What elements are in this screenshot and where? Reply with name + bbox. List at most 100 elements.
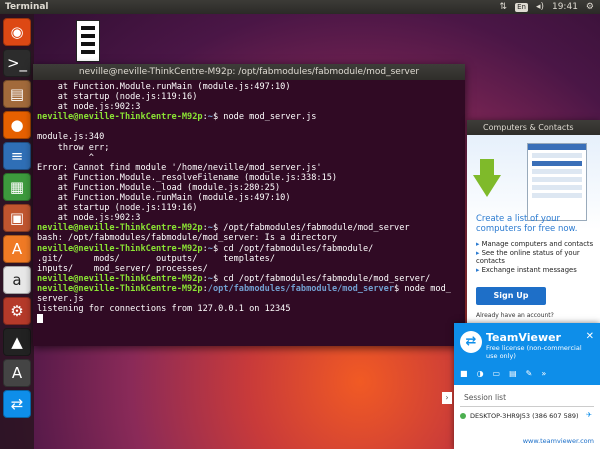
terminal-line: at node.js:902:3: [37, 213, 461, 223]
prompt-user: neville@neville-ThinkCentre-M92p: [37, 283, 203, 294]
prompt-user: neville@neville-ThinkCentre-M92p: [37, 223, 203, 234]
promo-headline: Create a list of your computers for free…: [476, 214, 578, 234]
prompt-user: neville@neville-ThinkCentre-M92p: [37, 273, 203, 284]
power-gear-icon[interactable]: ⚙: [586, 0, 594, 14]
desktop-file-icon[interactable]: [76, 20, 100, 62]
network-icon[interactable]: ⇅: [500, 0, 508, 14]
terminal-line: at Function.Module.runMain (module.js:49…: [37, 193, 461, 203]
contacts-preview-image: [527, 143, 587, 221]
terminal-icon[interactable]: >_: [3, 49, 31, 77]
terminal-line: neville@neville-ThinkCentre-M92p:/opt/fa…: [37, 283, 451, 294]
headset-icon[interactable]: ◑: [477, 369, 484, 378]
divider: [460, 406, 594, 407]
writer-icon[interactable]: ≡: [3, 142, 31, 170]
impress-icon[interactable]: ▣: [3, 204, 31, 232]
keyboard-layout-indicator[interactable]: En: [515, 2, 528, 12]
more-icon[interactable]: »: [541, 369, 546, 378]
pin-icon[interactable]: ✈: [586, 411, 592, 419]
computers-contacts-title: Computers & Contacts: [483, 123, 574, 132]
notes-icon[interactable]: ✎: [526, 369, 533, 378]
teamviewer-toolbar: ■ ◑ ▭ ▤ ✎ »: [460, 369, 546, 378]
terminal-line: neville@neville-ThinkCentre-M92p:~$ /opt…: [37, 223, 410, 234]
terminal-output[interactable]: at Function.Module.runMain (module.js:49…: [37, 82, 461, 344]
output-text: listening for connections from 127.0.0.1…: [37, 304, 291, 315]
output-text: at node.js:902:3: [37, 213, 141, 224]
prompt-path: /opt/fabmodules/fabmodule/mod_server: [207, 283, 395, 294]
terminal-line: at startup (node.js:119:16): [37, 92, 461, 102]
software-center-icon[interactable]: A: [3, 235, 31, 263]
ubuntu-icon[interactable]: ◉: [3, 18, 31, 46]
terminal-line: bash: /opt/fabmodules/fabmodule/mod_serv…: [37, 233, 461, 243]
output-text: at node.js:902:3: [37, 102, 141, 113]
output-text: throw err;: [37, 142, 110, 153]
terminal-line: module.js:340: [37, 132, 461, 142]
output-text: at Function.Module._load (module.js:280:…: [37, 182, 281, 193]
amazon-icon[interactable]: a: [3, 266, 31, 294]
output-text: bash: /opt/fabmodules/fabmodule/mod_serv…: [37, 233, 338, 244]
output-text: at Function.Module.runMain (module.js:49…: [37, 82, 291, 92]
promo-bullets: Manage computers and contacts See the on…: [476, 240, 600, 274]
volume-icon[interactable]: ◂): [536, 0, 544, 14]
clock[interactable]: 19:41: [552, 0, 578, 14]
output-text: module.js:340: [37, 132, 105, 143]
calc-icon[interactable]: ▦: [3, 173, 31, 201]
firefox-icon[interactable]: ●: [3, 111, 31, 139]
files-icon[interactable]: ▤: [3, 80, 31, 108]
terminal-line: ^: [37, 153, 461, 163]
terminal-cursor: [37, 314, 43, 324]
teamviewer-panel[interactable]: ⇄ TeamViewer Free license (non-commercia…: [442, 323, 600, 449]
output-text: at startup (node.js:119:16): [37, 92, 198, 103]
teamviewer-name: TeamViewer: [486, 331, 561, 344]
top-panel: Terminal ⇅ En ◂) 19:41 ⚙: [0, 0, 600, 14]
chat-icon[interactable]: ▭: [493, 369, 501, 378]
unity-launcher: ◉ >_ ▤ ● ≡ ▦ ▣ Aa ⚙ ▲ A ⇄: [0, 14, 34, 449]
promo-bullet: Manage computers and contacts: [476, 240, 600, 249]
terminal-titlebar[interactable]: neville@neville-ThinkCentre-M92p: /opt/f…: [33, 64, 465, 80]
active-app-title: Terminal: [5, 2, 49, 12]
terminal-line: throw err;: [37, 143, 461, 153]
teamviewer-launcher-icon[interactable]: ⇄: [3, 390, 31, 418]
terminal-line: at Function.Module._resolveFilename (mod…: [37, 173, 461, 183]
updater-icon[interactable]: A: [3, 359, 31, 387]
terminal-line: at Function.Module._load (module.js:280:…: [37, 183, 461, 193]
teamviewer-logo-icon: ⇄: [460, 331, 482, 353]
promo-bullet: Exchange instant messages: [476, 266, 600, 275]
prompt-command: $ node mod_: [394, 283, 451, 294]
promo-bullet: See the online status of your contacts: [476, 249, 600, 266]
existing-account-link[interactable]: Already have an account?: [476, 312, 554, 319]
terminal-line: at Function.Module.runMain (module.js:49…: [37, 82, 461, 92]
terminal-line: Error: Cannot find module '/home/neville…: [37, 163, 461, 173]
terminal-line: neville@neville-ThinkCentre-M92p:~$ node…: [37, 112, 317, 123]
output-text: server.js: [37, 293, 84, 304]
file-transfer-icon[interactable]: ▤: [509, 369, 517, 378]
video-icon[interactable]: ■: [460, 369, 468, 378]
teamviewer-website-link[interactable]: www.teamviewer.com: [523, 437, 594, 445]
inkscape-icon[interactable]: ▲: [3, 328, 31, 356]
output-text: inputs/ mod_server/ processes/: [37, 263, 208, 274]
terminal-line: neville@neville-ThinkCentre-M92p:~$ cd /…: [37, 273, 431, 284]
prompt-command: $ node mod_server.js: [212, 112, 317, 123]
system-tray: ⇅ En ◂) 19:41 ⚙: [500, 0, 594, 14]
prompt-user: neville@neville-ThinkCentre-M92p: [37, 112, 203, 123]
session-expand-icon[interactable]: ›: [442, 392, 452, 404]
computers-contacts-window[interactable]: Computers & Contacts Create a list of yo…: [467, 120, 600, 326]
output-text: Error: Cannot find module '/home/neville…: [37, 162, 322, 173]
terminal-window[interactable]: neville@neville-ThinkCentre-M92p: /opt/f…: [33, 64, 465, 346]
output-text: at Function.Module.runMain (module.js:49…: [37, 193, 291, 204]
output-text: ^: [37, 152, 94, 163]
device-id: DESKTOP-3HR9J53 (386 607 589): [470, 412, 579, 420]
terminal-line: neville@neville-ThinkCentre-M92p:~$ cd /…: [37, 243, 374, 254]
terminal-line: server.js: [37, 294, 461, 304]
sign-up-button[interactable]: Sign Up: [476, 287, 546, 305]
output-text: at Function.Module._resolveFilename (mod…: [37, 172, 338, 183]
terminal-title: neville@neville-ThinkCentre-M92p: /opt/f…: [78, 67, 420, 77]
session-device-row[interactable]: DESKTOP-3HR9J53 (386 607 589): [460, 412, 579, 420]
prompt-command: $ /opt/fabmodules/fabmodule/mod_server: [212, 223, 410, 234]
close-icon[interactable]: ✕: [586, 331, 594, 342]
terminal-line: listening for connections from 127.0.0.1…: [37, 304, 461, 314]
settings-icon[interactable]: ⚙: [3, 297, 31, 325]
download-arrow-icon: [473, 175, 501, 197]
teamviewer-header: ⇄ TeamViewer Free license (non-commercia…: [454, 323, 600, 385]
computers-contacts-titlebar[interactable]: Computers & Contacts: [467, 120, 600, 135]
terminal-line: inputs/ mod_server/ processes/: [37, 264, 461, 274]
